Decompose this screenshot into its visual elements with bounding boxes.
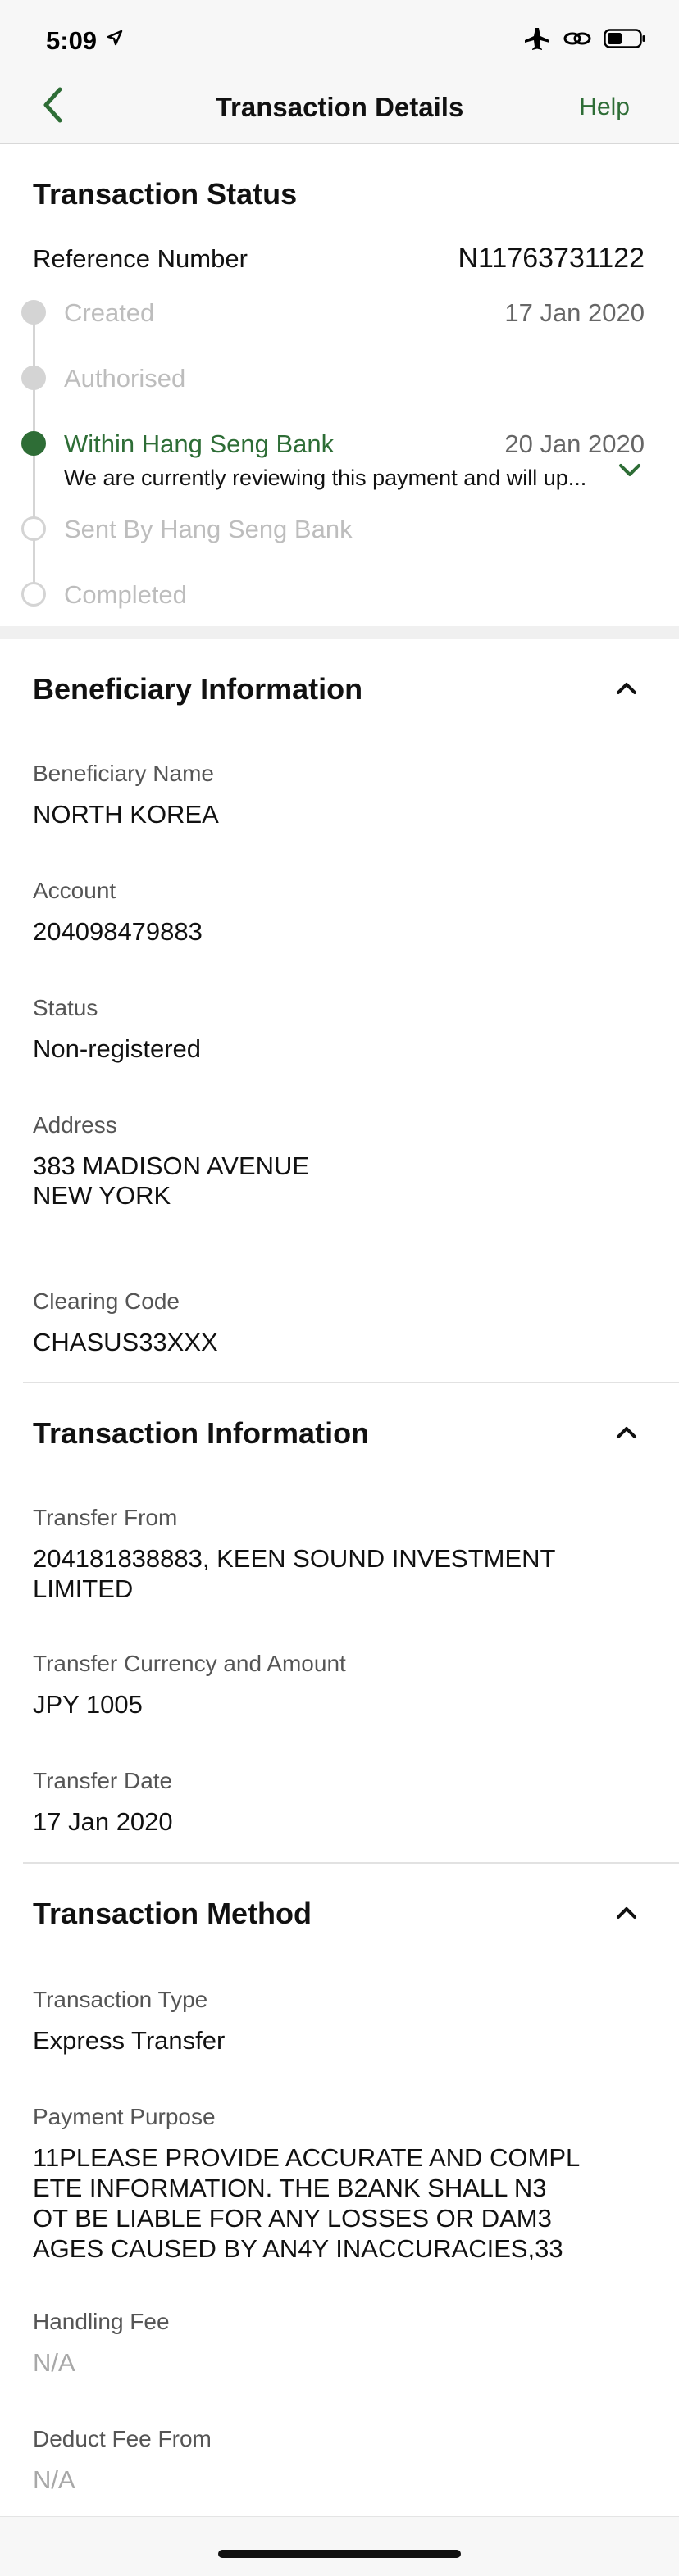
timeline-dot-sent [21,516,46,541]
transaction-method-section-header[interactable]: Transaction Method [0,1864,679,1962]
reference-number-label: Reference Number [33,244,248,273]
transfer-from-value: 204181838883, KEEN SOUND INVESTMENT LIMI… [33,1544,555,1603]
handling-fee-value: N/A [33,2348,75,2377]
transaction-status-section: Transaction Status Reference Number N117… [0,146,679,626]
chevron-left-icon [43,87,62,123]
beneficiary-name-label: Beneficiary Name [33,761,214,786]
page-title: Transaction Details [215,92,464,122]
step-created-label: Created [64,298,155,327]
account-value: 204098479883 [33,917,203,946]
battery-icon [604,28,646,53]
transfer-amount-label: Transfer Currency and Amount [33,1651,346,1676]
clearing-code-label: Clearing Code [33,1288,180,1314]
address-line-1: 383 MADISON AVENUE [33,1152,310,1180]
step-within-bank-description: We are currently reviewing this payment … [64,466,587,490]
handling-fee-label: Handling Fee [33,2309,170,2334]
transaction-method-heading: Transaction Method [33,1897,312,1930]
help-link[interactable]: Help [579,93,630,121]
transaction-info-section-header[interactable]: Transaction Information [0,1383,679,1482]
location-arrow-icon [107,30,123,50]
expand-description-button[interactable] [618,462,641,483]
transaction-info-heading: Transaction Information [33,1416,370,1450]
chevron-up-icon [615,1905,638,1925]
payment-purpose-line-3: OT BE LIABLE FOR ANY LOSSES OR DAM3 [33,2204,552,2233]
payment-purpose-label: Payment Purpose [33,2104,216,2129]
back-button[interactable] [36,82,69,128]
timeline-dot-authorised [21,366,46,390]
status-value: Non-registered [33,1034,202,1063]
timeline-dot-completed [21,582,46,607]
transfer-from-label: Transfer From [33,1505,178,1530]
timeline-dot-within-bank [21,431,46,456]
status-time: 5:09 [46,26,98,55]
airplane-icon [523,26,551,55]
step-created-date: 17 Jan 2020 [504,298,645,327]
chevron-up-icon [615,680,638,701]
top-bar: 5:09 Transaction Details Help [0,0,679,144]
step-authorised-label: Authorised [64,364,186,393]
payment-purpose-line-2: ETE INFORMATION. THE B2ANK SHALL N3 [33,2174,547,2202]
transaction-status-heading: Transaction Status [33,177,298,211]
beneficiary-heading: Beneficiary Information [33,672,363,706]
address-line-2: NEW YORK [33,1181,171,1210]
beneficiary-name-value: NORTH KOREA [33,800,219,829]
transfer-date-label: Transfer Date [33,1768,173,1793]
transaction-type-value: Express Transfer [33,2026,226,2055]
step-sent-label: Sent By Hang Seng Bank [64,515,353,543]
chevron-down-icon [619,464,640,476]
home-indicator[interactable] [218,2550,461,2558]
status-label: Status [33,995,98,1020]
step-within-bank-date: 20 Jan 2020 [504,429,645,458]
step-completed-label: Completed [64,580,187,609]
payment-purpose-line-1: 11PLEASE PROVIDE ACCURATE AND COMPL [33,2143,581,2172]
beneficiary-section-header[interactable]: Beneficiary Information [0,639,679,738]
link-icon [563,28,592,53]
step-within-bank-label: Within Hang Seng Bank [64,429,335,458]
bottom-safe-area [0,2516,679,2576]
clearing-code-value: CHASUS33XXX [33,1328,218,1356]
timeline-dot-created [21,300,46,325]
transaction-type-label: Transaction Type [33,1987,208,2012]
chevron-up-icon [615,1424,638,1445]
transfer-amount-value: JPY 1005 [33,1690,143,1719]
address-label: Address [33,1112,117,1138]
transfer-date-value: 17 Jan 2020 [33,1807,173,1836]
reference-number-value: N11763731122 [458,243,645,274]
section-separator [0,626,679,639]
deduct-fee-label: Deduct Fee From [33,2426,212,2451]
payment-purpose-line-4: AGES CAUSED BY AN4Y INACCURACIES,33 [33,2234,563,2263]
status-icons [523,26,646,55]
account-label: Account [33,878,116,903]
deduct-fee-value: N/A [33,2465,75,2494]
